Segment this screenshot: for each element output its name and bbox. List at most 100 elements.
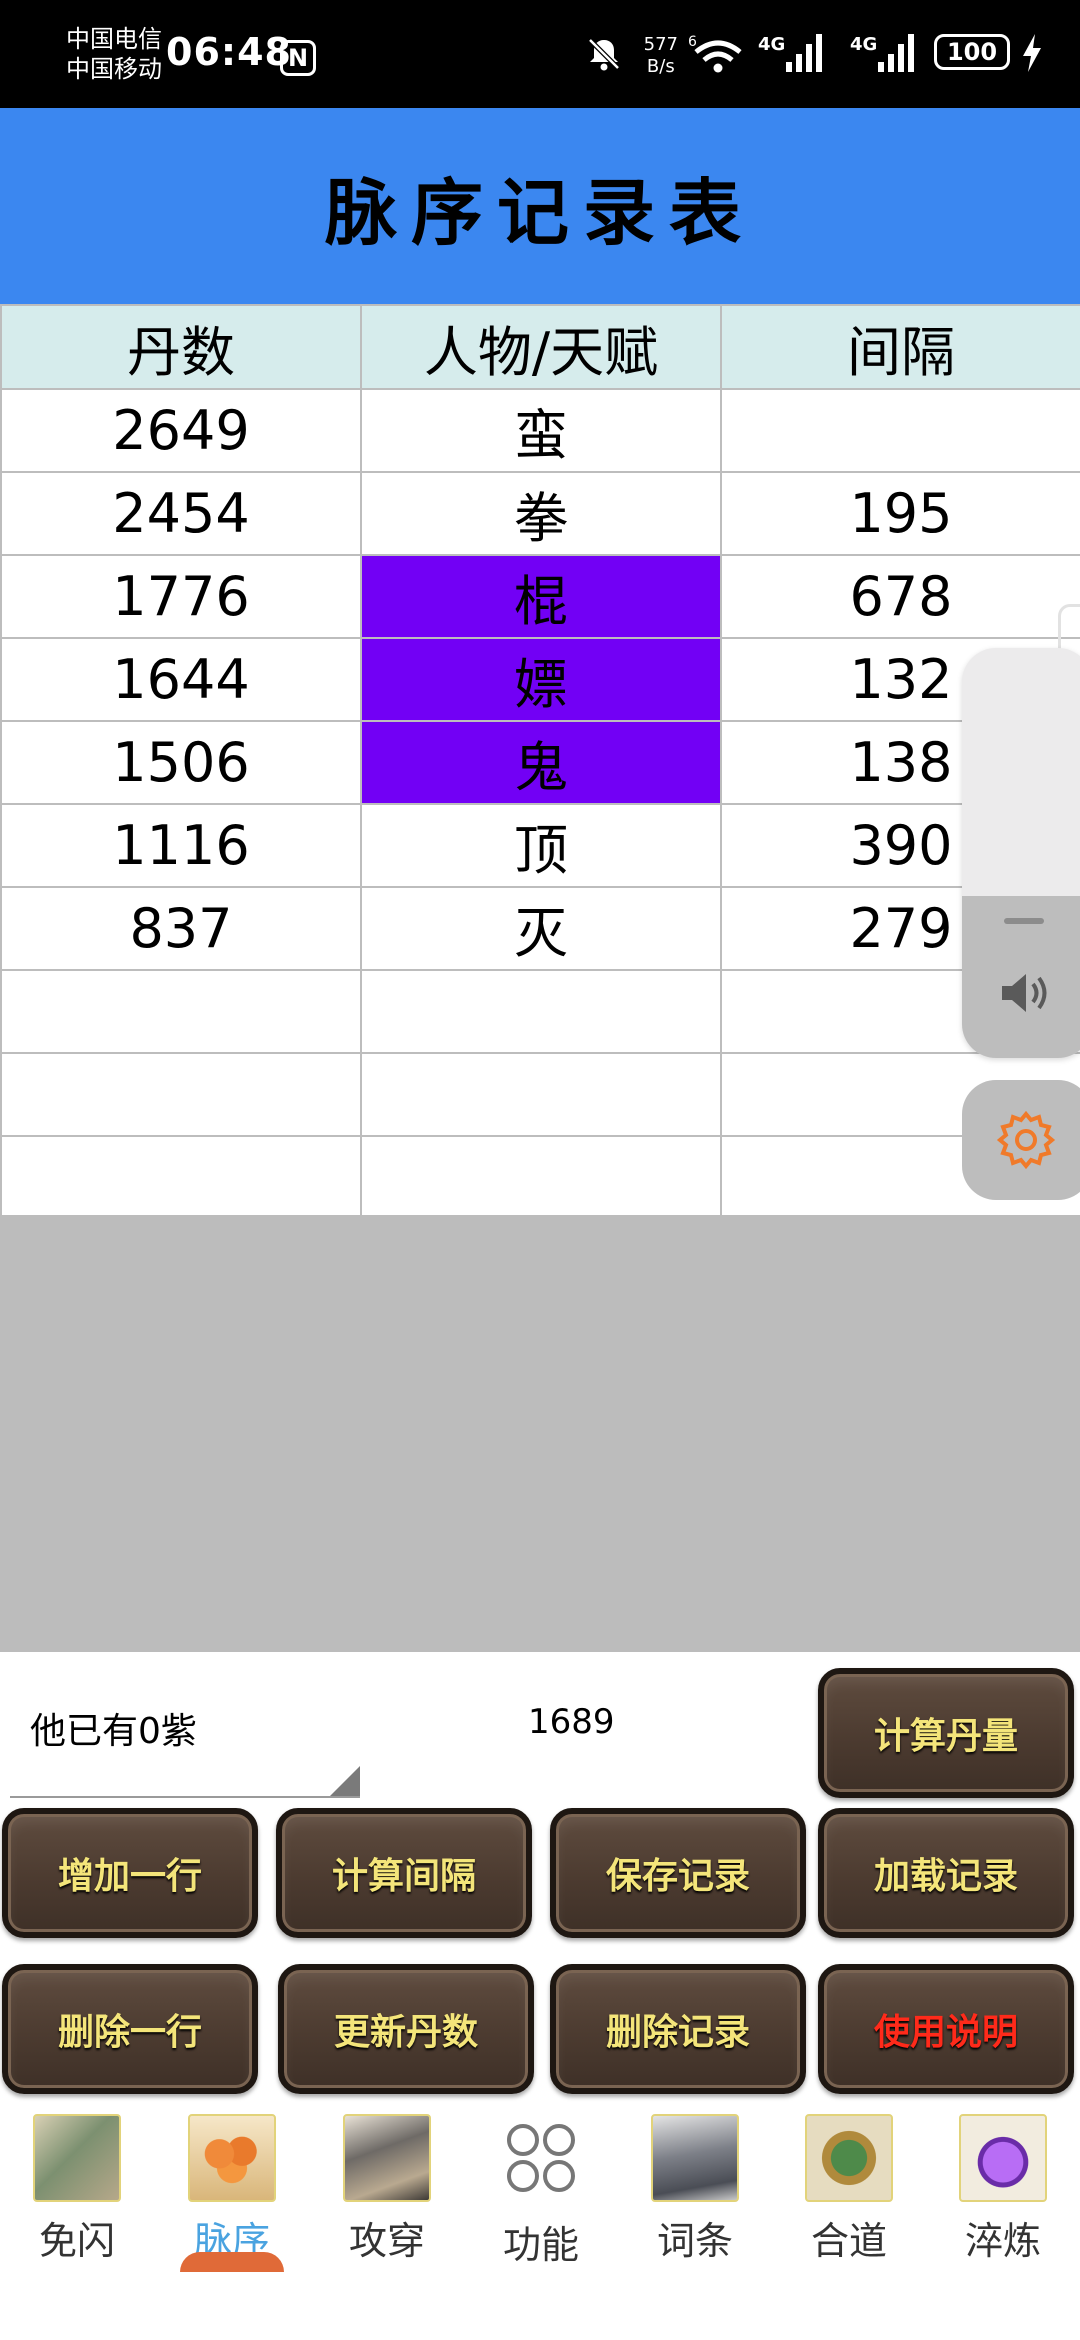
wifi-badge: 6: [688, 34, 697, 50]
cell-character[interactable]: [360, 969, 722, 1054]
delete-row-button[interactable]: 删除一行: [2, 1964, 258, 2094]
warrior-icon: [343, 2114, 431, 2202]
nav-label: 免闪: [38, 2219, 115, 2263]
page-title: 脉序记录表: [324, 169, 755, 255]
table-row[interactable]: [0, 1135, 1080, 1220]
wifi-icon: 6: [688, 34, 742, 73]
load-record-button[interactable]: 加载记录: [818, 1808, 1074, 1938]
table-header-row: 丹数 人物/天赋 间隔: [0, 304, 1080, 390]
table-row[interactable]: 837 灭 279: [0, 886, 1080, 971]
instructions-button[interactable]: 使用说明: [818, 1964, 1074, 2094]
value-readout: 1689: [528, 1702, 615, 1742]
carrier-1: 中国电信: [66, 25, 162, 53]
cell-character[interactable]: 拳: [360, 471, 722, 556]
cell-dan[interactable]: [0, 969, 362, 1054]
cell-character[interactable]: 灭: [360, 886, 722, 971]
table-row[interactable]: 1776 棍 678: [0, 554, 1080, 639]
selector-value[interactable]: 他已有0紫: [30, 1702, 197, 1754]
bottom-nav: 免闪 脉序 攻穿 功能 词条 合道 淬炼: [0, 2104, 1080, 2340]
signal1-label: 4G: [758, 34, 785, 55]
calc-dan-button[interactable]: 计算丹量: [818, 1668, 1074, 1798]
table-row[interactable]: [0, 1052, 1080, 1137]
cell-dan[interactable]: 1644: [0, 637, 362, 722]
net-speed-unit: B/s: [646, 56, 675, 77]
nav-item-maixu[interactable]: 脉序: [167, 2114, 297, 2263]
cell-dan[interactable]: 1116: [0, 803, 362, 888]
signal2-label: 4G: [850, 34, 877, 55]
add-row-button[interactable]: 增加一行: [2, 1808, 258, 1938]
cell-interval[interactable]: 678: [720, 554, 1080, 639]
table-body: 2649 蛮 2454 拳 195 1776 棍 678 1644 嫖 132 1506 鬼 138 111…: [0, 388, 1080, 1220]
carrier-info: 中国电信 中国移动: [66, 24, 162, 84]
clock: 06:48: [166, 30, 292, 74]
settings-button[interactable]: [962, 1080, 1080, 1200]
nav-label: 攻穿: [348, 2219, 425, 2263]
nav-label: 淬炼: [964, 2219, 1041, 2263]
record-table: 丹数 人物/天赋 间隔 2649 蛮 2454 拳 195 1776 棍 678 1644 嫖 13…: [0, 304, 1080, 1220]
status-icons: 577 B/s 6 4G 4G 100: [524, 28, 1044, 78]
nav-item-gongneng[interactable]: 功能: [476, 2114, 606, 2267]
empty-area: [0, 1215, 1080, 1652]
cell-character[interactable]: 鬼: [360, 720, 722, 805]
update-dan-button[interactable]: 更新丹数: [278, 1964, 534, 2094]
nav-label: 词条: [656, 2219, 733, 2263]
seal-icon: [805, 2114, 893, 2202]
net-speed: 577 B/s: [644, 34, 678, 78]
crossed-arms-icon: [33, 2114, 121, 2202]
column-header-character: 人物/天赋: [360, 304, 722, 390]
carrier-2: 中国移动: [66, 55, 162, 83]
delete-record-button[interactable]: 删除记录: [550, 1964, 806, 2094]
nav-item-mianshan[interactable]: 免闪: [12, 2114, 142, 2263]
selector-underline: [10, 1796, 360, 1798]
table-row[interactable]: [0, 969, 1080, 1054]
net-speed-value: 577: [643, 34, 678, 55]
signal-strength-icon: 4G: [758, 34, 822, 72]
calc-interval-button[interactable]: 计算间隔: [276, 1808, 532, 1938]
controls-panel: 他已有0紫 1689 计算丹量 增加一行 计算间隔 保存记录 加载记录 删除一行…: [0, 1652, 1080, 2104]
gear-icon: [996, 1110, 1056, 1170]
nav-item-gongchuan[interactable]: 攻穿: [322, 2114, 452, 2263]
cell-character[interactable]: [360, 1135, 722, 1220]
cell-interval[interactable]: [720, 388, 1080, 473]
cell-character[interactable]: 顶: [360, 803, 722, 888]
cell-dan[interactable]: [0, 1135, 362, 1220]
active-tab-indicator: [180, 2252, 284, 2272]
cell-dan[interactable]: [0, 1052, 362, 1137]
volume-slider-thumb[interactable]: [1004, 918, 1044, 924]
nav-item-cuilian[interactable]: 淬炼: [938, 2114, 1068, 2263]
knight-icon: [651, 2114, 739, 2202]
app-header: 脉序记录表: [0, 108, 1080, 304]
table-row[interactable]: 1116 顶 390: [0, 803, 1080, 888]
cell-dan[interactable]: 2649: [0, 388, 362, 473]
column-header-dan: 丹数: [0, 304, 362, 390]
battery-icon: 100: [934, 34, 1010, 70]
signal-strength-icon-2: 4G: [850, 34, 914, 72]
orbs-icon: [188, 2114, 276, 2202]
table-row[interactable]: 1506 鬼 138: [0, 720, 1080, 805]
gem-icon: [959, 2114, 1047, 2202]
dropdown-arrow-icon[interactable]: [330, 1766, 360, 1796]
cell-dan[interactable]: 1776: [0, 554, 362, 639]
speaker-icon: [1002, 974, 1047, 1012]
table-row[interactable]: 1644 嫖 132: [0, 637, 1080, 722]
cell-dan[interactable]: 837: [0, 886, 362, 971]
grid-circles-icon: [507, 2124, 575, 2192]
column-header-interval: 间隔: [720, 304, 1080, 390]
cell-character[interactable]: 蛮: [360, 388, 722, 473]
nav-item-citiao[interactable]: 词条: [630, 2114, 760, 2263]
cell-interval[interactable]: 195: [720, 471, 1080, 556]
table-row[interactable]: 2454 拳 195: [0, 471, 1080, 556]
save-record-button[interactable]: 保存记录: [550, 1808, 806, 1938]
nav-item-hedao[interactable]: 合道: [784, 2114, 914, 2263]
cell-dan[interactable]: 2454: [0, 471, 362, 556]
volume-slider[interactable]: [962, 648, 1080, 1058]
cell-character[interactable]: 棍: [360, 554, 722, 639]
table-row[interactable]: 2649 蛮: [0, 388, 1080, 473]
status-bar: 中国电信 中国移动 06:48 N 577 B/s 6 4G 4G 100: [0, 0, 1080, 108]
cell-character[interactable]: 嫖: [360, 637, 722, 722]
cell-character[interactable]: [360, 1052, 722, 1137]
charging-bolt-icon: [1023, 34, 1041, 72]
bell-off-icon: [588, 38, 620, 71]
nfc-icon: N: [280, 40, 316, 76]
cell-dan[interactable]: 1506: [0, 720, 362, 805]
